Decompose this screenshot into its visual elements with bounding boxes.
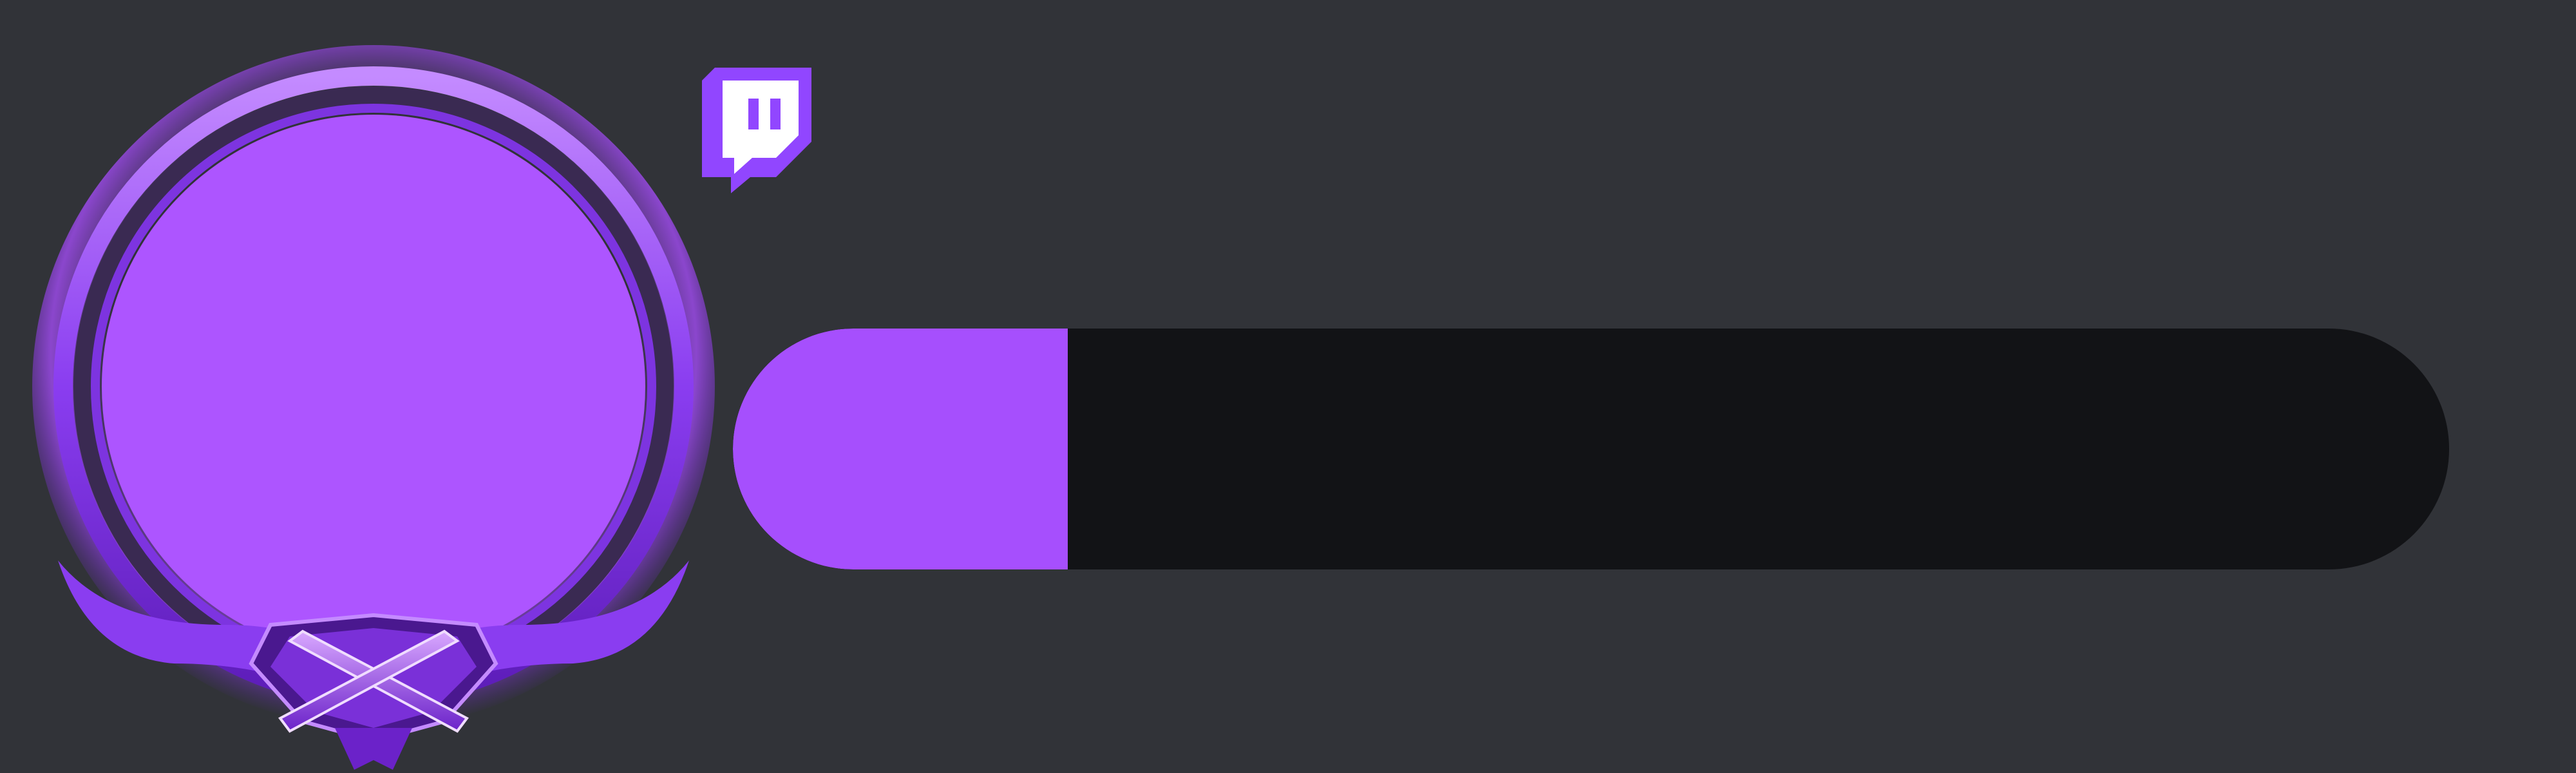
avatar-frame	[32, 45, 715, 773]
avatar-placeholder	[102, 115, 645, 658]
progress-bar-fill	[733, 329, 1068, 569]
progress-bar	[733, 329, 2449, 569]
avatar-frame-graphic	[32, 45, 715, 770]
overlay-canvas	[0, 0, 2576, 773]
twitch-icon	[702, 68, 811, 193]
crossed-swords-icon	[249, 613, 498, 770]
